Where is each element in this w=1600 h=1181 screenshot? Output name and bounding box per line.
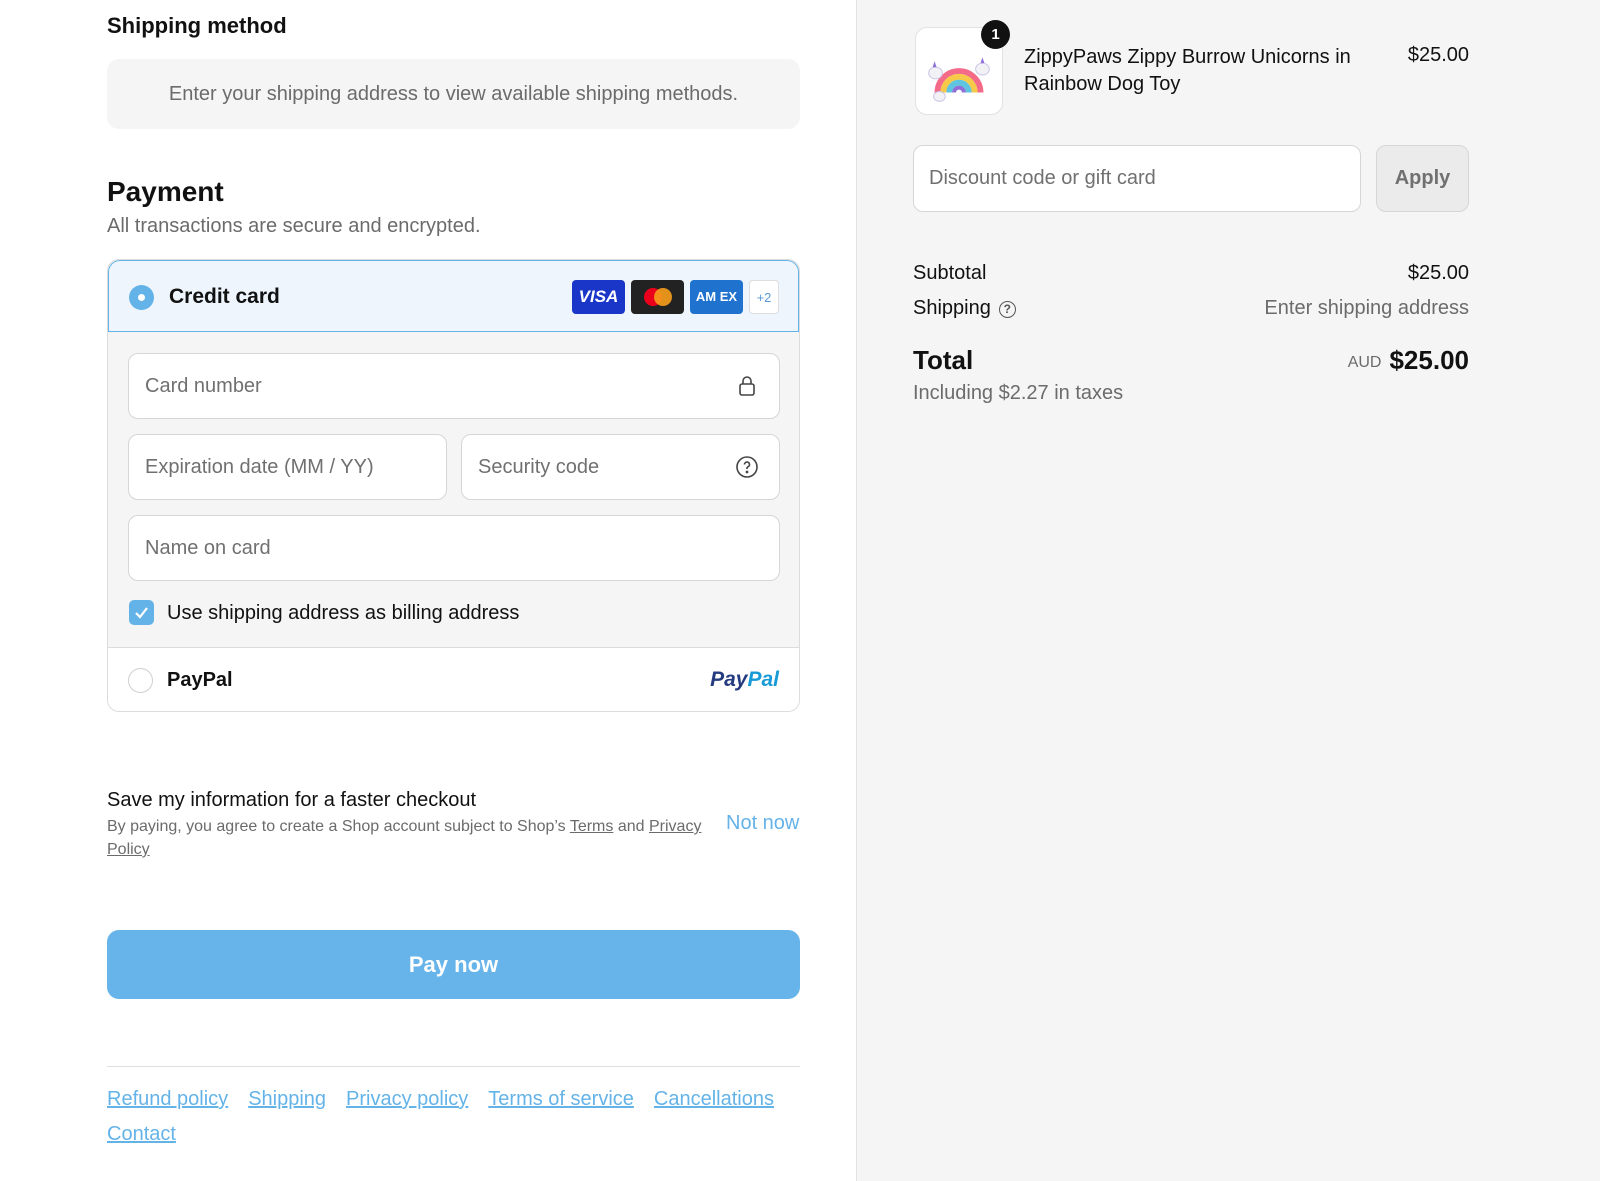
shipping-summary-value: Enter shipping address <box>1264 297 1469 319</box>
billing-address-checkbox[interactable] <box>129 600 154 625</box>
help-circle-icon[interactable] <box>735 455 759 479</box>
contact-link[interactable]: Contact <box>107 1123 176 1146</box>
discount-placeholder: Discount code or gift card <box>929 167 1156 189</box>
shipping-help-icon[interactable]: ? <box>998 301 1016 318</box>
amex-icon: AM EX <box>690 280 743 314</box>
billing-address-label[interactable]: Use shipping address as billing address <box>167 602 519 625</box>
shipping-method-heading: Shipping method <box>107 13 287 38</box>
tax-note: Including $2.27 in taxes <box>913 382 1124 404</box>
security-code-field[interactable]: Security code <box>461 434 780 500</box>
credit-card-option[interactable]: Credit card VISA AM EX +2 <box>108 260 799 332</box>
total-value: $25.00 <box>1389 345 1469 375</box>
checkmark-icon <box>135 607 148 619</box>
credit-card-radio[interactable] <box>129 285 154 310</box>
payment-options: Credit card VISA AM EX +2 Card number Ex… <box>107 259 800 712</box>
security-code-placeholder: Security code <box>478 455 600 478</box>
card-number-field[interactable]: Card number <box>128 353 780 419</box>
expiration-placeholder: Expiration date (MM / YY) <box>145 455 374 478</box>
subtotal-label: Subtotal <box>913 262 987 284</box>
privacy-policy-link[interactable]: Privacy policy <box>346 1088 468 1111</box>
footer-links: Refund policy Shipping Privacy policy Te… <box>107 1088 800 1146</box>
not-now-link[interactable]: Not now <box>726 812 799 835</box>
paypal-radio[interactable] <box>128 668 153 693</box>
shipping-method-notice: Enter your shipping address to view avai… <box>107 59 800 129</box>
quantity-badge: 1 <box>981 20 1010 49</box>
apply-button[interactable]: Apply <box>1376 145 1469 212</box>
payment-subtext: All transactions are secure and encrypte… <box>107 215 481 237</box>
cancellations-link[interactable]: Cancellations <box>654 1088 774 1111</box>
mastercard-icon <box>631 280 684 314</box>
lock-icon <box>739 376 755 396</box>
shipping-link[interactable]: Shipping <box>248 1088 326 1111</box>
total-label: Total <box>913 345 974 375</box>
name-on-card-field[interactable]: Name on card <box>128 515 780 581</box>
visa-icon: VISA <box>572 280 625 314</box>
total-amount: AUD $25.00 <box>1348 345 1469 376</box>
more-brands-badge: +2 <box>749 280 779 314</box>
pay-now-button[interactable]: Pay now <box>107 930 800 999</box>
paypal-option[interactable]: PayPal PayPal <box>108 647 799 711</box>
discount-code-input[interactable]: Discount code or gift card <box>913 145 1361 212</box>
card-number-placeholder: Card number <box>145 374 262 397</box>
credit-card-label: Credit card <box>169 285 280 308</box>
checkout-main: Shipping method Enter your shipping addr… <box>0 0 856 1181</box>
footer-divider <box>107 1066 800 1067</box>
paypal-label: PayPal <box>167 669 233 691</box>
shipping-summary-label: Shipping? <box>913 297 1016 320</box>
product-price: $25.00 <box>1407 44 1469 66</box>
refund-policy-link[interactable]: Refund policy <box>107 1088 228 1111</box>
save-info-title: Save my information for a faster checkou… <box>107 789 477 811</box>
shop-terms-link[interactable]: Terms <box>570 818 614 835</box>
product-name: ZippyPaws Zippy Burrow Unicorns in Rainb… <box>1024 46 1351 95</box>
card-brands: VISA AM EX +2 <box>572 280 779 314</box>
expiration-date-field[interactable]: Expiration date (MM / YY) <box>128 434 447 500</box>
terms-of-service-link[interactable]: Terms of service <box>488 1088 634 1111</box>
name-on-card-placeholder: Name on card <box>145 536 271 559</box>
paypal-logo: PayPal <box>710 668 779 691</box>
subtotal-value: $25.00 <box>1407 262 1469 284</box>
currency-code: AUD <box>1347 354 1382 371</box>
save-info-note: By paying, you agree to create a Shop ac… <box>107 818 702 858</box>
credit-card-form: Card number Expiration date (MM / YY) Se… <box>108 332 799 647</box>
payment-heading: Payment <box>107 176 224 207</box>
